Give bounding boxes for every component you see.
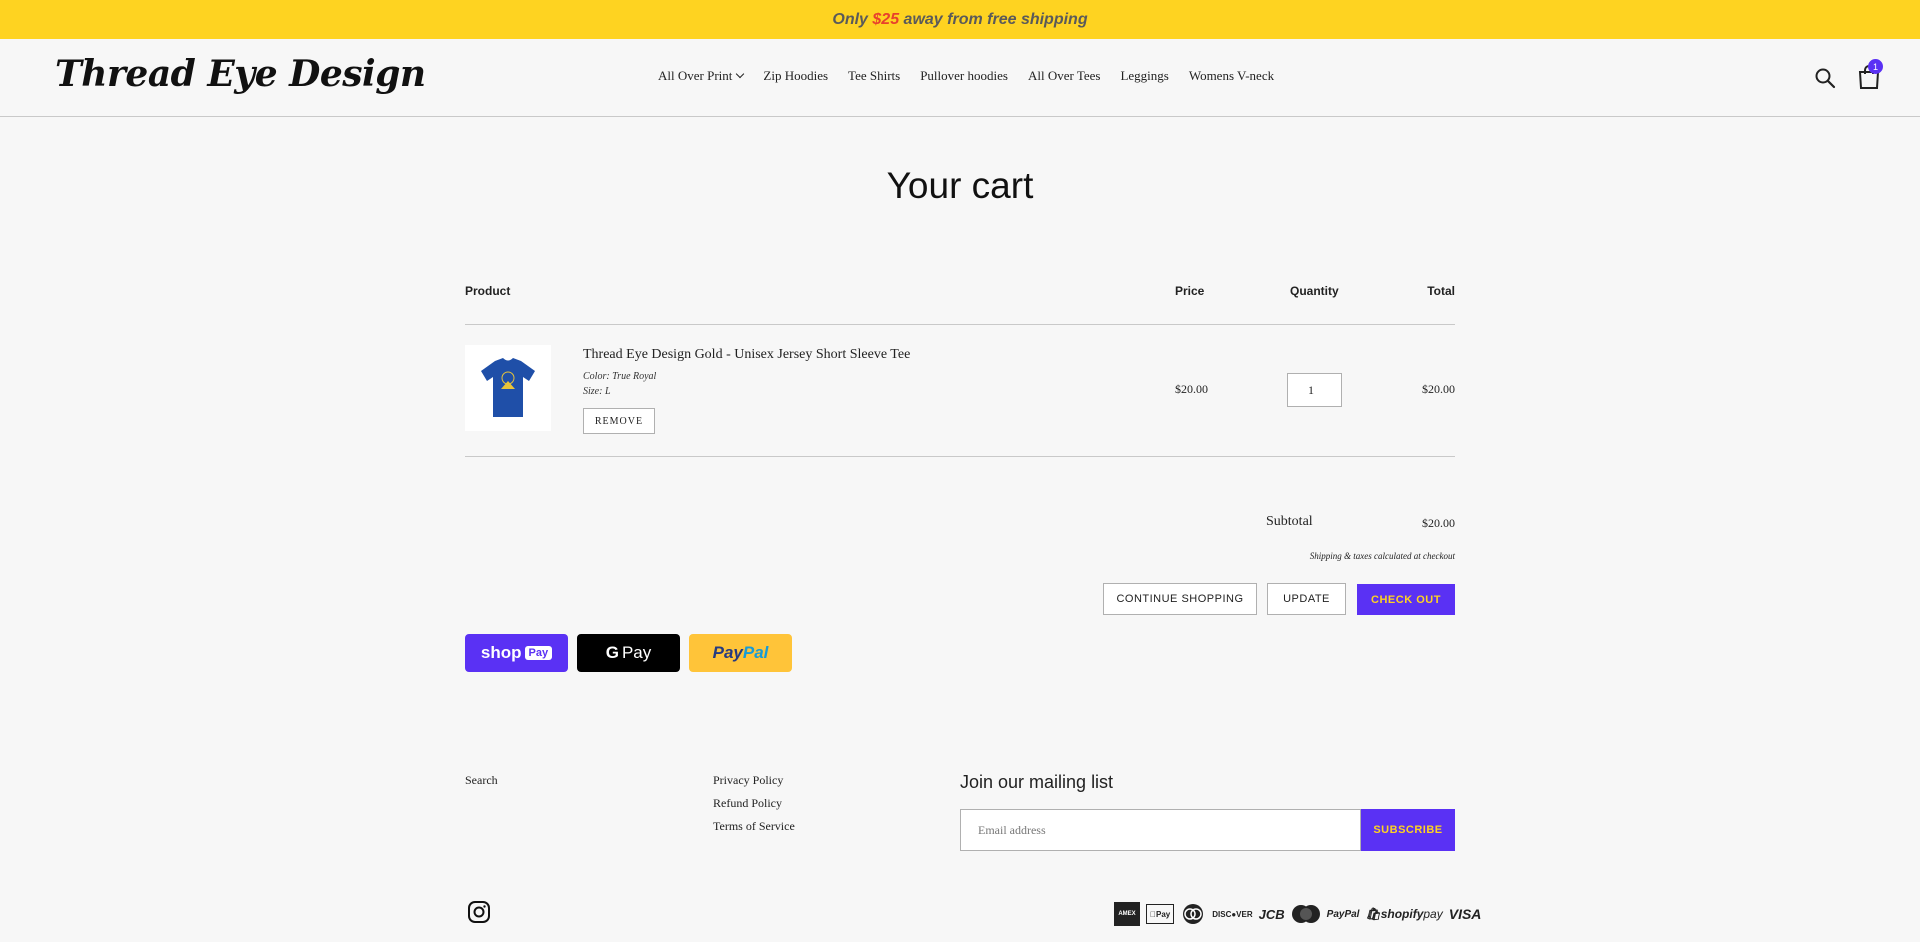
subscribe-button[interactable]: SUBSCRIBE: [1361, 809, 1455, 851]
product-size: Size: L: [583, 386, 611, 397]
search-icon[interactable]: [1814, 67, 1836, 89]
payment-icons: AMEX Pay DISC●VER JCB PayPal 🛍shopifypa…: [1114, 902, 1481, 926]
shopify-pay-icon: 🛍shopify pay: [1359, 907, 1442, 921]
divider: [465, 456, 1455, 457]
cart-count-badge: 1: [1868, 59, 1883, 74]
main-nav: All Over Print Zip Hoodies Tee Shirts Pu…: [658, 68, 1294, 84]
announcement-bar: Only $25 away from free shipping: [0, 0, 1920, 39]
quantity-input[interactable]: [1287, 373, 1342, 407]
nav-item-all-over-tees[interactable]: All Over Tees: [1028, 68, 1101, 84]
jcb-icon: JCB: [1252, 906, 1285, 922]
discover-icon: DISC●VER: [1206, 909, 1252, 919]
nav-item-womens-v-neck[interactable]: Womens V-neck: [1189, 68, 1274, 84]
footer-link-terms[interactable]: Terms of Service: [713, 819, 795, 834]
site-header: Thread Eye Design All Over Print Zip Hoo…: [0, 39, 1920, 117]
shipping-amount: $25: [872, 10, 900, 28]
visa-icon: VISA: [1442, 906, 1482, 922]
free-shipping-message: Only $25 away from free shipping: [832, 10, 1088, 28]
subtotal-label: Subtotal: [1266, 514, 1313, 529]
shipping-note: Shipping & taxes calculated at checkout: [1309, 551, 1455, 561]
item-total: $20.00: [1422, 382, 1455, 396]
mastercard-icon: [1291, 904, 1321, 924]
site-logo[interactable]: Thread Eye Design: [55, 53, 426, 95]
nav-item-zip-hoodies[interactable]: Zip Hoodies: [763, 68, 828, 84]
product-name[interactable]: Thread Eye Design Gold - Unisex Jersey S…: [583, 347, 910, 363]
footer-link-privacy[interactable]: Privacy Policy: [713, 773, 783, 788]
google-pay-button[interactable]: G Pay: [577, 634, 680, 672]
col-header-product: Product: [465, 284, 511, 298]
paypal-button[interactable]: Pay Pal: [689, 634, 792, 672]
paypal-icon: PayPal: [1320, 908, 1360, 920]
tshirt-icon: [481, 358, 535, 417]
remove-button[interactable]: Remove: [583, 408, 655, 434]
footer-link-search[interactable]: Search: [465, 773, 498, 788]
nav-item-tee-shirts[interactable]: Tee Shirts: [848, 68, 900, 84]
instagram-icon[interactable]: [467, 900, 491, 924]
product-color: Color: True Royal: [583, 371, 657, 382]
nav-item-pullover-hoodies[interactable]: Pullover hoodies: [920, 68, 1008, 84]
item-price: $20.00: [1175, 382, 1208, 396]
nav-item-all-over-print[interactable]: All Over Print: [658, 68, 745, 84]
continue-shopping-button[interactable]: CONTINUE SHOPPING: [1103, 583, 1257, 615]
nav-item-leggings[interactable]: Leggings: [1120, 68, 1168, 84]
product-thumbnail[interactable]: [465, 345, 551, 431]
shop-pay-button[interactable]: shop Pay: [465, 634, 568, 672]
col-header-total: Total: [1427, 284, 1455, 298]
american-express-icon: AMEX: [1114, 902, 1140, 926]
subtotal-value: $20.00: [1422, 516, 1455, 530]
chevron-down-icon: [736, 69, 745, 79]
col-header-price: Price: [1175, 284, 1205, 298]
google-icon: G: [605, 643, 619, 662]
divider: [465, 324, 1455, 325]
mailing-list-title: Join our mailing list: [960, 772, 1114, 792]
col-header-quantity: Quantity: [1290, 284, 1339, 298]
diners-club-icon: [1180, 903, 1206, 925]
page-title: Your cart: [886, 165, 1034, 206]
footer-link-refund[interactable]: Refund Policy: [713, 796, 782, 811]
apple-pay-icon: Pay: [1146, 904, 1175, 924]
checkout-button[interactable]: CHECK OUT: [1357, 584, 1455, 615]
email-field[interactable]: [960, 809, 1361, 851]
update-button[interactable]: UPDATE: [1267, 583, 1346, 615]
